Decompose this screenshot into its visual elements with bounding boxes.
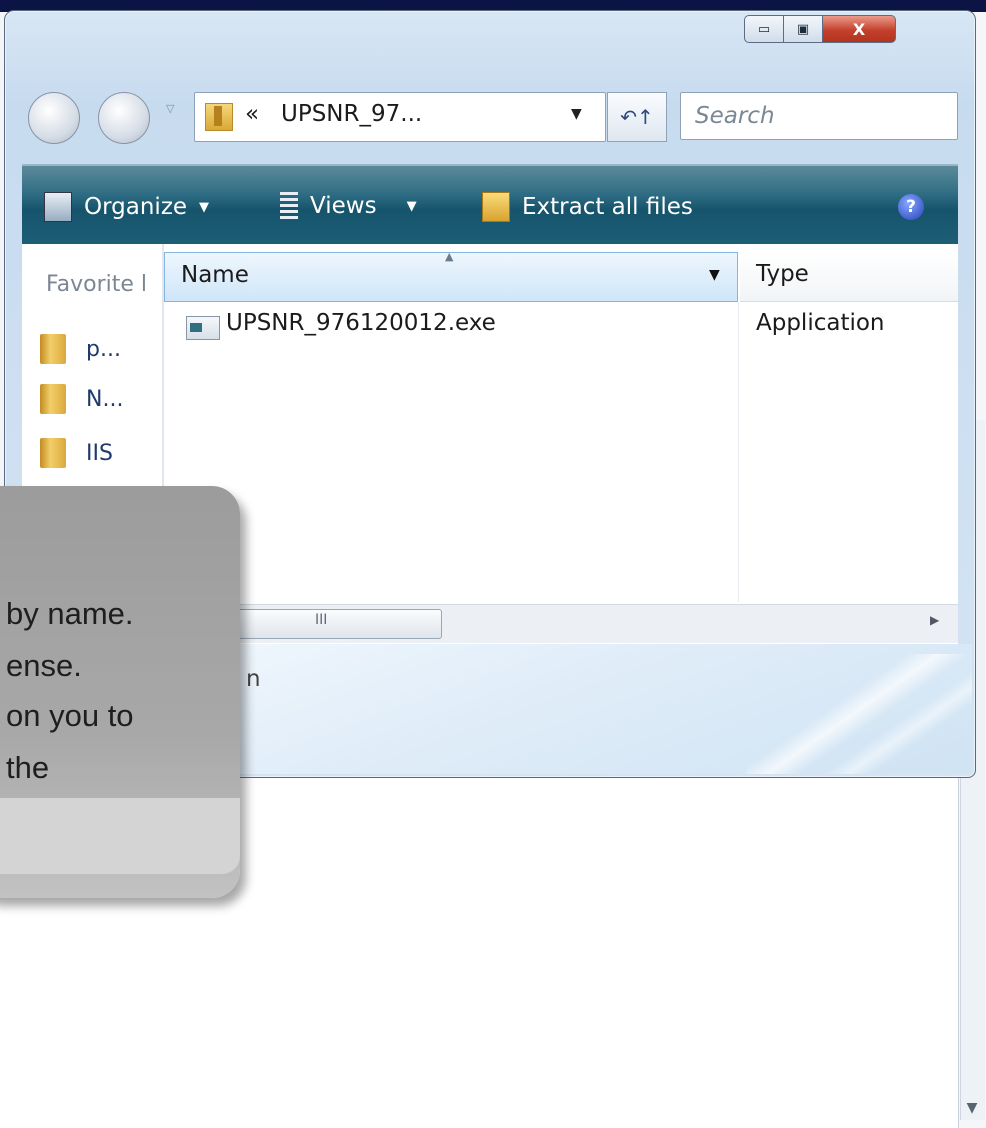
callout-line-3: on you to bbox=[6, 698, 134, 733]
column-header-type[interactable]: Type bbox=[740, 252, 958, 302]
extract-all-button[interactable]: Extract all files bbox=[482, 192, 693, 222]
scroll-right-arrow-icon[interactable]: ▶ bbox=[930, 613, 939, 627]
organize-dropdown-icon: ▼ bbox=[199, 199, 210, 215]
close-button[interactable]: X bbox=[822, 15, 896, 43]
favorite-link-3[interactable]: IIS bbox=[40, 438, 113, 468]
horizontal-scrollbar[interactable]: III ▶ bbox=[164, 604, 958, 643]
caption-buttons: ▭ ▣ X bbox=[744, 15, 896, 43]
refresh-button[interactable]: ↶↑ bbox=[607, 92, 667, 142]
callout-line-2: ense. bbox=[6, 648, 82, 683]
recent-pages-dropdown-icon[interactable]: ▽ bbox=[166, 102, 174, 115]
help-icon[interactable]: ? bbox=[898, 194, 924, 220]
address-path[interactable]: UPSNR_97... bbox=[281, 101, 422, 127]
column-header-name[interactable]: ▲ Name ▼ bbox=[164, 250, 738, 302]
file-row[interactable]: UPSNR_976120012.exe Application bbox=[164, 308, 958, 344]
callout-footer bbox=[0, 798, 240, 874]
views-label: Views bbox=[310, 193, 377, 219]
column-name-label: Name bbox=[181, 262, 249, 288]
favorite-links-heading: Favorite l bbox=[46, 272, 148, 297]
column-divider bbox=[738, 302, 739, 602]
folder-icon bbox=[40, 384, 66, 414]
organize-icon bbox=[44, 192, 72, 222]
maximize-button[interactable]: ▣ bbox=[783, 15, 823, 43]
address-bar[interactable]: « UPSNR_97... ▼ bbox=[194, 92, 606, 142]
search-placeholder: Search bbox=[695, 103, 775, 129]
minimize-button[interactable]: ▭ bbox=[744, 15, 784, 43]
extract-label: Extract all files bbox=[522, 194, 693, 220]
command-toolbar: Organize ▼ Views ▼ Extract all files ? bbox=[22, 164, 958, 246]
scrollbar-grip: III bbox=[315, 612, 328, 628]
organize-button[interactable]: Organize ▼ bbox=[44, 192, 209, 222]
views-dropdown-icon: ▼ bbox=[406, 198, 417, 214]
address-chevron[interactable]: « bbox=[245, 101, 259, 127]
exe-file-icon bbox=[186, 316, 220, 340]
address-dropdown-icon[interactable]: ▼ bbox=[571, 106, 582, 122]
file-list: ▲ Name ▼ Type UPSNR_976120012.exe Applic… bbox=[164, 244, 958, 644]
folder-icon bbox=[40, 438, 66, 468]
favorite-link-label: N... bbox=[86, 386, 124, 412]
refresh-icon: ↶↑ bbox=[620, 105, 654, 129]
extract-icon bbox=[482, 192, 510, 222]
file-name: UPSNR_976120012.exe bbox=[226, 310, 496, 336]
forward-button[interactable] bbox=[98, 92, 150, 144]
zip-folder-icon bbox=[205, 103, 233, 131]
file-type: Application bbox=[756, 310, 885, 336]
favorite-link-1[interactable]: p... bbox=[40, 334, 121, 364]
sort-ascending-icon: ▲ bbox=[445, 250, 454, 263]
views-icon bbox=[280, 192, 298, 220]
favorite-link-label: IIS bbox=[86, 440, 113, 466]
organize-label: Organize bbox=[84, 194, 188, 220]
folder-icon bbox=[40, 334, 66, 364]
details-text-fragment: n bbox=[246, 666, 261, 692]
column-type-label: Type bbox=[756, 261, 809, 287]
column-filter-dropdown-icon[interactable]: ▼ bbox=[709, 267, 720, 283]
back-button[interactable] bbox=[28, 92, 80, 144]
tooltip-callout: by name. ense. on you to the bbox=[0, 486, 240, 898]
scroll-down-arrow-icon[interactable]: ▼ bbox=[962, 1098, 982, 1118]
callout-line-1: by name. bbox=[6, 596, 134, 631]
callout-line-4: the bbox=[6, 750, 50, 785]
decorative-swoosh bbox=[746, 654, 972, 774]
favorite-link-2[interactable]: N... bbox=[40, 384, 123, 414]
favorite-link-label: p... bbox=[86, 336, 121, 362]
search-input[interactable]: Search bbox=[680, 92, 958, 140]
views-button[interactable]: Views ▼ bbox=[280, 192, 417, 220]
